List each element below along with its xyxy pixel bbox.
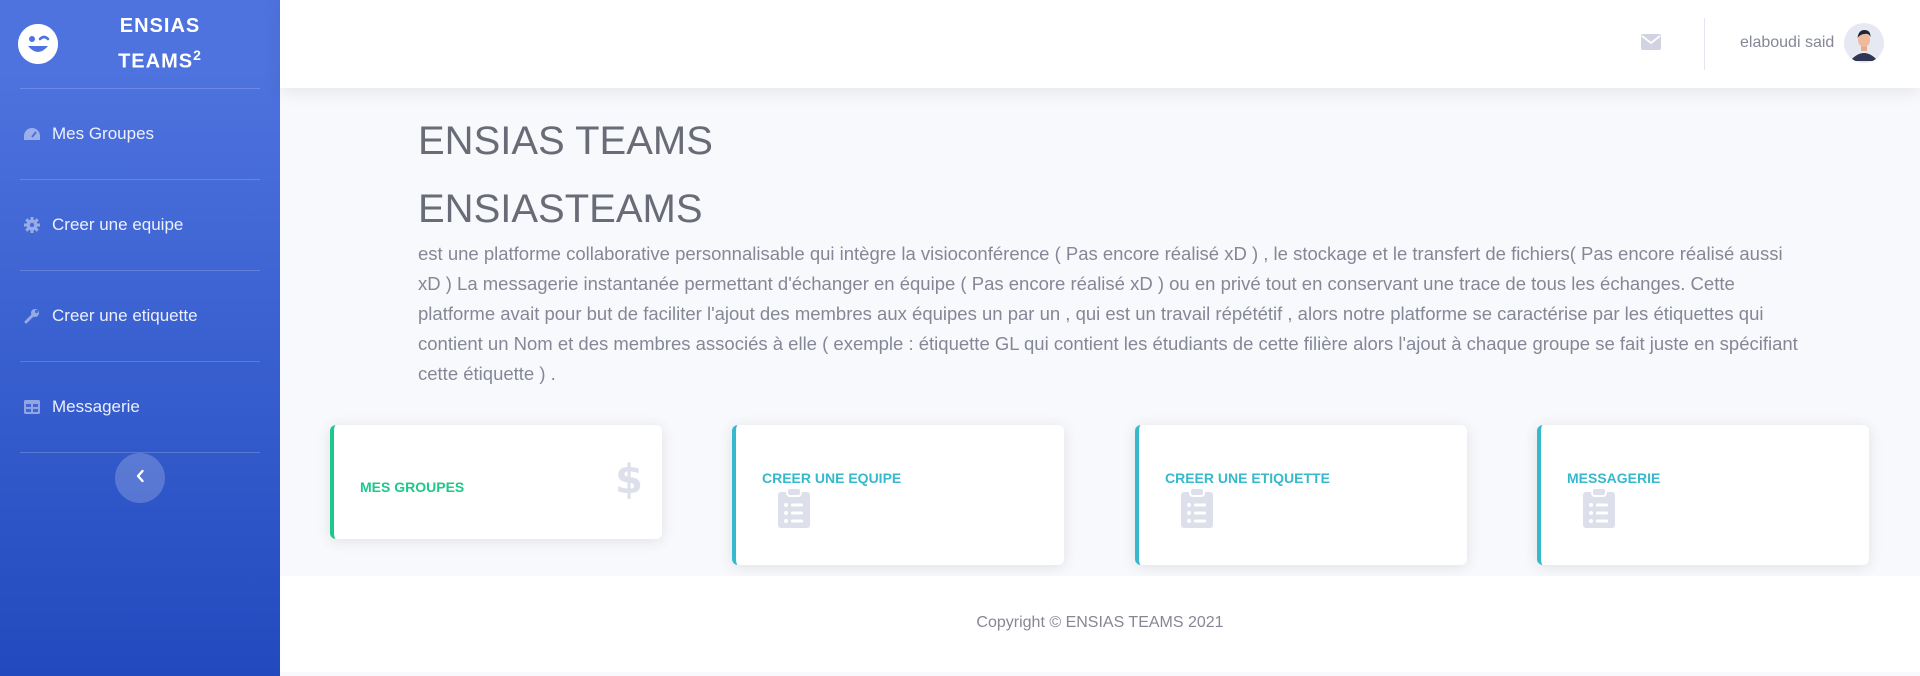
table-icon bbox=[22, 397, 42, 417]
brand-title: ENSIAS TEAMS2 bbox=[58, 12, 280, 77]
dollar-sign-icon: $ bbox=[615, 457, 643, 504]
brand-line1: ENSIAS bbox=[119, 14, 201, 37]
sidebar: ENSIAS TEAMS2 Mes Groupes Creer une equi… bbox=[0, 0, 280, 676]
clipboard-list-icon bbox=[1583, 487, 1615, 533]
card-creer-etiquette[interactable]: CREER UNE ETIQUETTE bbox=[1135, 425, 1467, 565]
wrench-icon bbox=[22, 306, 42, 326]
sidebar-item-label: Mes Groupes bbox=[52, 124, 155, 143]
page-title: ENSIAS TEAMS bbox=[418, 119, 713, 163]
sidebar-item-creer-etiquette[interactable]: Creer une etiquette bbox=[0, 271, 280, 361]
sidebar-item-label: Messagerie bbox=[52, 397, 140, 416]
main-content: ENSIAS TEAMS ENSIASTEAMS est une platfor… bbox=[418, 115, 1798, 389]
brand-line2: TEAMS2 bbox=[118, 46, 202, 73]
laugh-wink-icon bbox=[18, 24, 58, 64]
sidebar-item-messagerie[interactable]: Messagerie bbox=[0, 362, 280, 452]
card-title: MESSAGERIE bbox=[1567, 470, 1661, 486]
sidebar-item-creer-equipe[interactable]: Creer une equipe bbox=[0, 180, 280, 270]
sidebar-item-label: Creer une equipe bbox=[52, 215, 184, 234]
card-title: CREER UNE EQUIPE bbox=[762, 470, 902, 486]
user-name[interactable]: elaboudi said bbox=[1740, 34, 1834, 52]
page-description: est une platforme collaborative personna… bbox=[418, 243, 1798, 384]
user-avatar[interactable] bbox=[1844, 23, 1884, 63]
sidebar-item-label: Creer une etiquette bbox=[52, 306, 198, 325]
card-messagerie[interactable]: MESSAGERIE bbox=[1537, 425, 1869, 565]
card-title: CREER UNE ETIQUETTE bbox=[1165, 470, 1330, 486]
topbar-divider bbox=[1704, 18, 1705, 70]
chevron-left-icon bbox=[135, 469, 145, 488]
clipboard-list-icon bbox=[778, 487, 810, 533]
card-title: MES GROUPES bbox=[360, 479, 465, 495]
svg-text:$: $ bbox=[616, 459, 642, 499]
clipboard-list-icon bbox=[1181, 487, 1213, 533]
card-mes-groupes[interactable]: MES GROUPES $ bbox=[330, 425, 662, 539]
sidebar-brand[interactable]: ENSIAS TEAMS2 bbox=[0, 0, 280, 88]
footer: Copyright © ENSIAS TEAMS 2021 bbox=[280, 576, 1920, 672]
topbar: elaboudi said bbox=[280, 0, 1920, 88]
page-subtitle: ENSIASTEAMS bbox=[418, 187, 703, 231]
sidebar-item-mes-groupes[interactable]: Mes Groupes bbox=[0, 89, 280, 179]
sidebar-toggle-button[interactable] bbox=[115, 453, 165, 503]
card-creer-equipe[interactable]: CREER UNE EQUIPE bbox=[732, 425, 1064, 565]
envelope-icon[interactable] bbox=[1641, 34, 1661, 50]
tachometer-icon bbox=[22, 124, 42, 144]
copyright-text: Copyright © ENSIAS TEAMS 2021 bbox=[976, 614, 1224, 631]
cog-icon bbox=[22, 215, 42, 235]
